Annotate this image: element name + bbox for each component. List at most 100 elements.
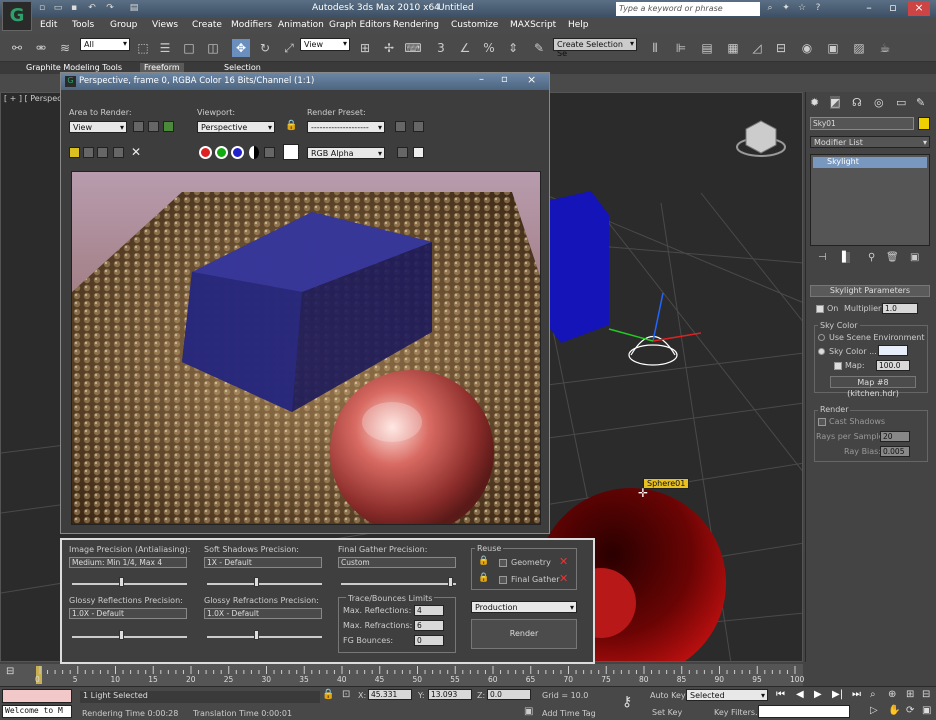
environment-icon[interactable] [413, 121, 424, 132]
render-setup-small-icon[interactable] [395, 121, 406, 132]
search-icon[interactable]: ⌕ [764, 2, 776, 14]
save-icon[interactable]: ▪ [68, 2, 80, 14]
select-and-move-icon[interactable]: ✥ [232, 39, 250, 57]
pan-icon[interactable]: ✋ [888, 705, 900, 716]
map-amount-input[interactable]: 100.0 [876, 360, 910, 371]
save-image-icon[interactable] [69, 147, 80, 158]
named-selection-dropdown[interactable]: Create Selection Se [553, 38, 637, 58]
geometry-lock-icon[interactable]: 🔒 [478, 556, 489, 566]
y-coordinate-input[interactable]: 13.093 [428, 689, 472, 700]
modifier-list-dropdown[interactable]: Modifier List [810, 136, 930, 149]
clone-window-icon[interactable] [97, 147, 108, 158]
orbit-icon[interactable]: ⟳ [906, 705, 914, 716]
angle-snap-icon[interactable]: ∠ [456, 39, 474, 57]
utilities-tab-icon[interactable]: ✎ [916, 96, 925, 109]
keyboard-shortcut-icon[interactable]: ⌨ [404, 39, 422, 57]
schematic-view-icon[interactable]: ⊟ [772, 39, 790, 57]
tab-freeform[interactable]: Freeform [140, 63, 184, 72]
object-name-field[interactable]: Sky01 [810, 117, 914, 130]
select-by-name-icon[interactable]: ☰ [156, 39, 174, 57]
rays-per-sample-input[interactable]: 20 [880, 431, 910, 442]
production-dropdown[interactable]: Production [471, 601, 577, 614]
clear-final-gather-icon[interactable]: ✕ [559, 572, 568, 585]
configure-modifier-sets-icon[interactable]: ▣ [910, 252, 919, 263]
help-icon[interactable]: ? [812, 2, 824, 14]
menu-tools[interactable]: Tools [72, 20, 94, 30]
play-icon[interactable]: ▶ [814, 689, 822, 700]
add-time-tag[interactable]: Add Time Tag [542, 709, 596, 718]
red-channel-icon[interactable] [199, 146, 212, 159]
menu-edit[interactable]: Edit [40, 20, 57, 30]
render-window-close[interactable]: × [527, 73, 536, 86]
final-gather-slider[interactable] [341, 583, 456, 585]
map-checkbox[interactable] [834, 362, 842, 370]
menu-views[interactable]: Views [152, 20, 178, 30]
fg-bounces-input[interactable]: 0 [414, 635, 444, 646]
blue-channel-icon[interactable] [231, 146, 244, 159]
final-gather-thumb[interactable] [447, 577, 453, 587]
select-and-rotate-icon[interactable]: ↻ [256, 39, 274, 57]
auto-region-icon[interactable] [148, 121, 159, 132]
tab-selection[interactable]: Selection [220, 63, 265, 72]
show-end-result-icon[interactable]: ▌ [842, 252, 850, 263]
communication-center-icon[interactable]: ☆ [796, 2, 808, 14]
motion-tab-icon[interactable]: ◎ [874, 96, 884, 109]
print-image-icon[interactable] [113, 147, 124, 158]
selection-filter-dropdown[interactable]: All [80, 38, 130, 51]
clear-image-icon[interactable]: ✕ [131, 145, 141, 159]
green-channel-icon[interactable] [215, 146, 228, 159]
selection-lock-icon[interactable]: 🔒 [322, 689, 334, 700]
bind-space-warp-icon[interactable]: ≋ [56, 39, 74, 57]
channel-display-dropdown[interactable]: RGB Alpha [307, 147, 385, 160]
application-button[interactable]: G [2, 1, 32, 31]
curve-editor-icon[interactable]: ◿ [748, 39, 766, 57]
render-setup-icon[interactable]: ▣ [824, 39, 842, 57]
zoom-extents-all-icon[interactable]: ⊟ [922, 689, 930, 700]
zoom-all-icon[interactable]: ⊕ [888, 689, 896, 700]
select-and-link-icon[interactable]: ⚯ [8, 39, 26, 57]
on-checkbox[interactable] [816, 305, 824, 313]
toggle-ui-overlay-icon[interactable] [397, 147, 408, 158]
use-scene-env-radio[interactable] [818, 334, 825, 341]
render-window-minimize[interactable]: – [479, 74, 484, 85]
edit-named-selection-icon[interactable]: ✎ [530, 39, 548, 57]
remove-modifier-icon[interactable]: 🗑 [886, 252, 899, 263]
percent-snap-icon[interactable]: % [480, 39, 498, 57]
search-input[interactable]: Type a keyword or phrase [616, 2, 760, 16]
render-preset-dropdown[interactable]: -------------------- [307, 121, 385, 134]
field-of-view-icon[interactable]: ▷ [870, 705, 878, 716]
final-gather-checkbox[interactable] [499, 576, 507, 584]
key-filters-button[interactable]: Key Filters... [714, 708, 763, 717]
close-button[interactable]: × [908, 1, 930, 16]
toggle-ui-icon[interactable] [413, 147, 424, 158]
key-selection-dropdown[interactable]: Selected [686, 689, 768, 702]
geometry-checkbox[interactable] [499, 559, 507, 567]
auto-key-button[interactable]: Auto Key [650, 691, 686, 700]
glossy-reflections-thumb[interactable] [119, 630, 125, 640]
lock-viewport-icon[interactable]: 🔒 [285, 120, 297, 131]
tab-graphite-modeling-tools[interactable]: Graphite Modeling Tools [22, 63, 126, 72]
sky-color-radio[interactable] [818, 348, 825, 355]
menu-group[interactable]: Group [110, 20, 137, 30]
menu-maxscript[interactable]: MAXScript [510, 20, 556, 30]
rectangular-selection-icon[interactable]: □ [180, 39, 198, 57]
render-window-maximize[interactable]: ▫ [501, 74, 508, 85]
soft-shadows-slider[interactable] [207, 583, 322, 585]
next-frame-icon[interactable]: ▶| [832, 689, 843, 700]
x-coordinate-input[interactable]: 45.331 [368, 689, 412, 700]
zoom-extents-icon[interactable]: ⊞ [906, 689, 914, 700]
rollout-skylight-parameters[interactable]: Skylight Parameters [810, 285, 930, 297]
previous-frame-icon[interactable]: ◀ [796, 689, 804, 700]
viewport-dropdown[interactable]: Perspective [197, 121, 275, 134]
hierarchy-tab-icon[interactable]: ☊ [852, 96, 862, 109]
object-color-swatch[interactable] [918, 117, 930, 130]
final-gather-lock-icon[interactable]: 🔒 [478, 573, 489, 583]
ray-bias-input[interactable]: 0.005 [880, 446, 910, 457]
z-coordinate-input[interactable]: 0.0 [487, 689, 531, 700]
sky-color-swatch[interactable] [878, 345, 908, 356]
menu-customize[interactable]: Customize [451, 20, 498, 30]
swatch-icon[interactable] [283, 144, 299, 160]
cast-shadows-checkbox[interactable] [818, 418, 826, 426]
select-manipulate-icon[interactable]: ✢ [380, 39, 398, 57]
mirror-icon[interactable]: ⫴ [646, 39, 664, 57]
